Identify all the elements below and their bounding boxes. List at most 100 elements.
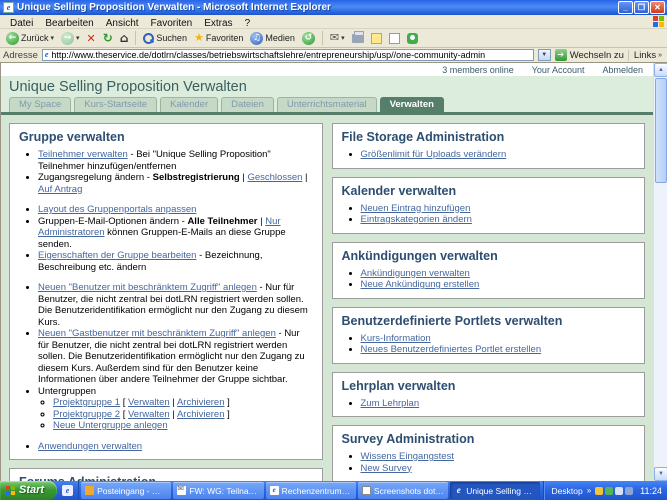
- media-button[interactable]: ♫Medien: [248, 32, 297, 45]
- link-neue-untergruppe-anlegen[interactable]: Neue Untergruppe anlegen: [53, 420, 168, 431]
- link-verwalten[interactable]: Verwalten: [128, 409, 170, 420]
- link-teilnehmer-verwalten[interactable]: Teilnehmer verwalten: [38, 149, 128, 160]
- browser-toolbar: ←Zurück▾ →▾ ✕ ↻ ⌂ Suchen ★Favoriten ♫Med…: [0, 29, 667, 48]
- link-projektgruppe-1[interactable]: Projektgruppe 1: [53, 397, 120, 408]
- section-heading: Ankündigungen verwalten: [342, 249, 636, 263]
- mail-icon: [177, 486, 186, 495]
- taskbar-task-outlook[interactable]: Posteingang - Micros...: [81, 482, 171, 499]
- history-button[interactable]: ↺: [300, 32, 317, 45]
- link-eintragskategorien-ändern[interactable]: Eintragskategorien ändern: [361, 214, 472, 225]
- links-menu[interactable]: Links»: [628, 50, 664, 61]
- link-neuen-benutzer-mit-beschränktem-zugriff-[interactable]: Neuen "Benutzer mit beschränktem Zugriff…: [38, 282, 257, 293]
- link-neue-ankündigung-erstellen[interactable]: Neue Ankündigung erstellen: [361, 279, 480, 290]
- page-icon: e: [45, 50, 49, 60]
- tab-my-space[interactable]: My Space: [9, 97, 71, 112]
- home-icon: ⌂: [120, 32, 129, 45]
- scroll-up-button[interactable]: ▲: [654, 63, 667, 77]
- link-geschlossen[interactable]: Geschlossen: [247, 172, 302, 183]
- refresh-button[interactable]: ↻: [101, 32, 115, 45]
- scroll-down-button[interactable]: ▼: [654, 467, 667, 481]
- tab-kurs-startseite[interactable]: Kurs-Startseite: [74, 97, 157, 112]
- menu-ansicht[interactable]: Ansicht: [100, 18, 145, 29]
- list-item: Ankündigungen verwalten: [361, 268, 636, 280]
- minimize-button[interactable]: _: [618, 1, 633, 14]
- tray-icon-2[interactable]: [605, 487, 613, 495]
- print-button[interactable]: [350, 34, 366, 43]
- page-header: Unique Selling Proposition Verwalten: [1, 76, 653, 97]
- back-button[interactable]: ←Zurück▾: [4, 32, 56, 45]
- scrollbar-thumb[interactable]: [655, 78, 667, 183]
- go-button[interactable]: ➔Wechseln zu: [555, 49, 624, 61]
- link-eigenschaften-der-gruppe-bearbeiten[interactable]: Eigenschaften der Gruppe bearbeiten: [38, 250, 196, 261]
- tray-icons: [595, 487, 633, 495]
- static-text: Zugangsregelung ändern -: [38, 172, 153, 183]
- edit-button[interactable]: [369, 33, 384, 44]
- list-item: Zum Lehrplan: [361, 398, 636, 410]
- tab-kalender[interactable]: Kalender: [160, 97, 218, 112]
- forward-icon: →: [61, 32, 74, 45]
- section-heading: Lehrplan verwalten: [342, 379, 636, 393]
- tray-icon-1[interactable]: [595, 487, 603, 495]
- link-wissens-eingangstest[interactable]: Wissens Eingangstest: [361, 451, 454, 462]
- vertical-scrollbar[interactable]: ▲ ▼: [653, 63, 667, 481]
- favorites-button[interactable]: ★Favoriten: [192, 32, 245, 45]
- link-zum-lehrplan[interactable]: Zum Lehrplan: [361, 398, 420, 409]
- forward-button[interactable]: →▾: [59, 32, 82, 45]
- tray-icon-4[interactable]: [625, 487, 633, 495]
- list-item: Kurs-Information: [361, 333, 636, 345]
- taskbar-task-mail[interactable]: FW: WG: Teilnahme v...: [173, 482, 263, 499]
- tab-verwalten[interactable]: Verwalten: [380, 97, 444, 112]
- menu-favoriten[interactable]: Favoriten: [145, 18, 199, 29]
- mail-button[interactable]: ✉▾: [328, 32, 347, 45]
- desktop-toolbar[interactable]: Desktop: [552, 486, 583, 496]
- address-dropdown-button[interactable]: ▼: [538, 49, 551, 61]
- img-icon: [362, 486, 371, 495]
- address-input[interactable]: e http://www.theservice.de/dotlrn/classe…: [42, 49, 534, 61]
- link-auf-antrag[interactable]: Auf Antrag: [38, 184, 82, 195]
- logout-link[interactable]: Abmelden: [602, 65, 643, 75]
- static-text: [: [120, 397, 128, 408]
- static-text: [: [120, 409, 128, 420]
- list-item: Neue Ankündigung erstellen: [361, 279, 636, 291]
- link-verwalten[interactable]: Verwalten: [128, 397, 170, 408]
- maximize-button[interactable]: ❐: [634, 1, 649, 14]
- scrollbar-track[interactable]: [654, 183, 667, 467]
- tray-icon-3[interactable]: [615, 487, 623, 495]
- link-archivieren[interactable]: Archivieren: [177, 397, 225, 408]
- menu-extras[interactable]: Extras: [198, 18, 238, 29]
- print-icon: [352, 34, 364, 43]
- menu-datei[interactable]: Datei: [4, 18, 39, 29]
- taskbar-task-ie[interactable]: eUnique Selling Propos...: [450, 482, 540, 499]
- search-button[interactable]: Suchen: [141, 33, 189, 44]
- link-neuen-gastbenutzer-mit-beschränktem-zugr[interactable]: Neuen "Gastbenutzer mit beschränktem Zug…: [38, 328, 276, 339]
- link-neues-benutzerdefiniertes-portlet-erstel[interactable]: Neues Benutzerdefiniertes Portlet erstel…: [361, 344, 542, 355]
- link-new-survey[interactable]: New Survey: [361, 463, 412, 474]
- system-tray: Desktop » 11:24: [543, 481, 667, 500]
- tab-dateien[interactable]: Dateien: [221, 97, 274, 112]
- stop-button[interactable]: ✕: [85, 32, 98, 45]
- taskbar-task-img[interactable]: Screenshots dotLRN...: [358, 482, 448, 499]
- link-layout-des-gruppenportals-anpassen[interactable]: Layout des Gruppenportals anpassen: [38, 204, 196, 215]
- close-button[interactable]: ✕: [650, 1, 665, 14]
- favorites-icon: ★: [194, 32, 204, 45]
- discuss-button[interactable]: [387, 33, 402, 44]
- menu-bearbeiten[interactable]: Bearbeiten: [39, 18, 99, 29]
- messenger-button[interactable]: [405, 33, 420, 44]
- quick-launch-ie-icon[interactable]: e: [62, 485, 73, 496]
- link-größenlimit-für-uploads-verändern[interactable]: Größenlimit für Uploads verändern: [361, 149, 507, 160]
- taskbar-task-iedoc[interactable]: eRechenzentrum Uni K...: [266, 482, 356, 499]
- link-projektgruppe-2[interactable]: Projektgruppe 2: [53, 409, 120, 420]
- tab-unterrichtsmaterial[interactable]: Unterrichtsmaterial: [277, 97, 377, 112]
- your-account-link[interactable]: Your Account: [532, 65, 585, 75]
- chevron-icon[interactable]: »: [587, 486, 591, 495]
- start-button[interactable]: Start: [0, 481, 57, 500]
- menu-[interactable]: ?: [239, 18, 257, 29]
- link-kurs-information[interactable]: Kurs-Information: [361, 333, 431, 344]
- link-anwendungen-verwalten[interactable]: Anwendungen verwalten: [38, 441, 142, 452]
- link-ankündigungen-verwalten[interactable]: Ankündigungen verwalten: [361, 268, 470, 279]
- link-archivieren[interactable]: Archivieren: [177, 409, 225, 420]
- home-button[interactable]: ⌂: [118, 32, 131, 45]
- link-neuen-eintrag-hinzufügen[interactable]: Neuen Eintrag hinzufügen: [361, 203, 471, 214]
- list-item: Zugangsregelung ändern - Selbstregistrie…: [38, 172, 313, 195]
- go-icon: ➔: [555, 49, 567, 61]
